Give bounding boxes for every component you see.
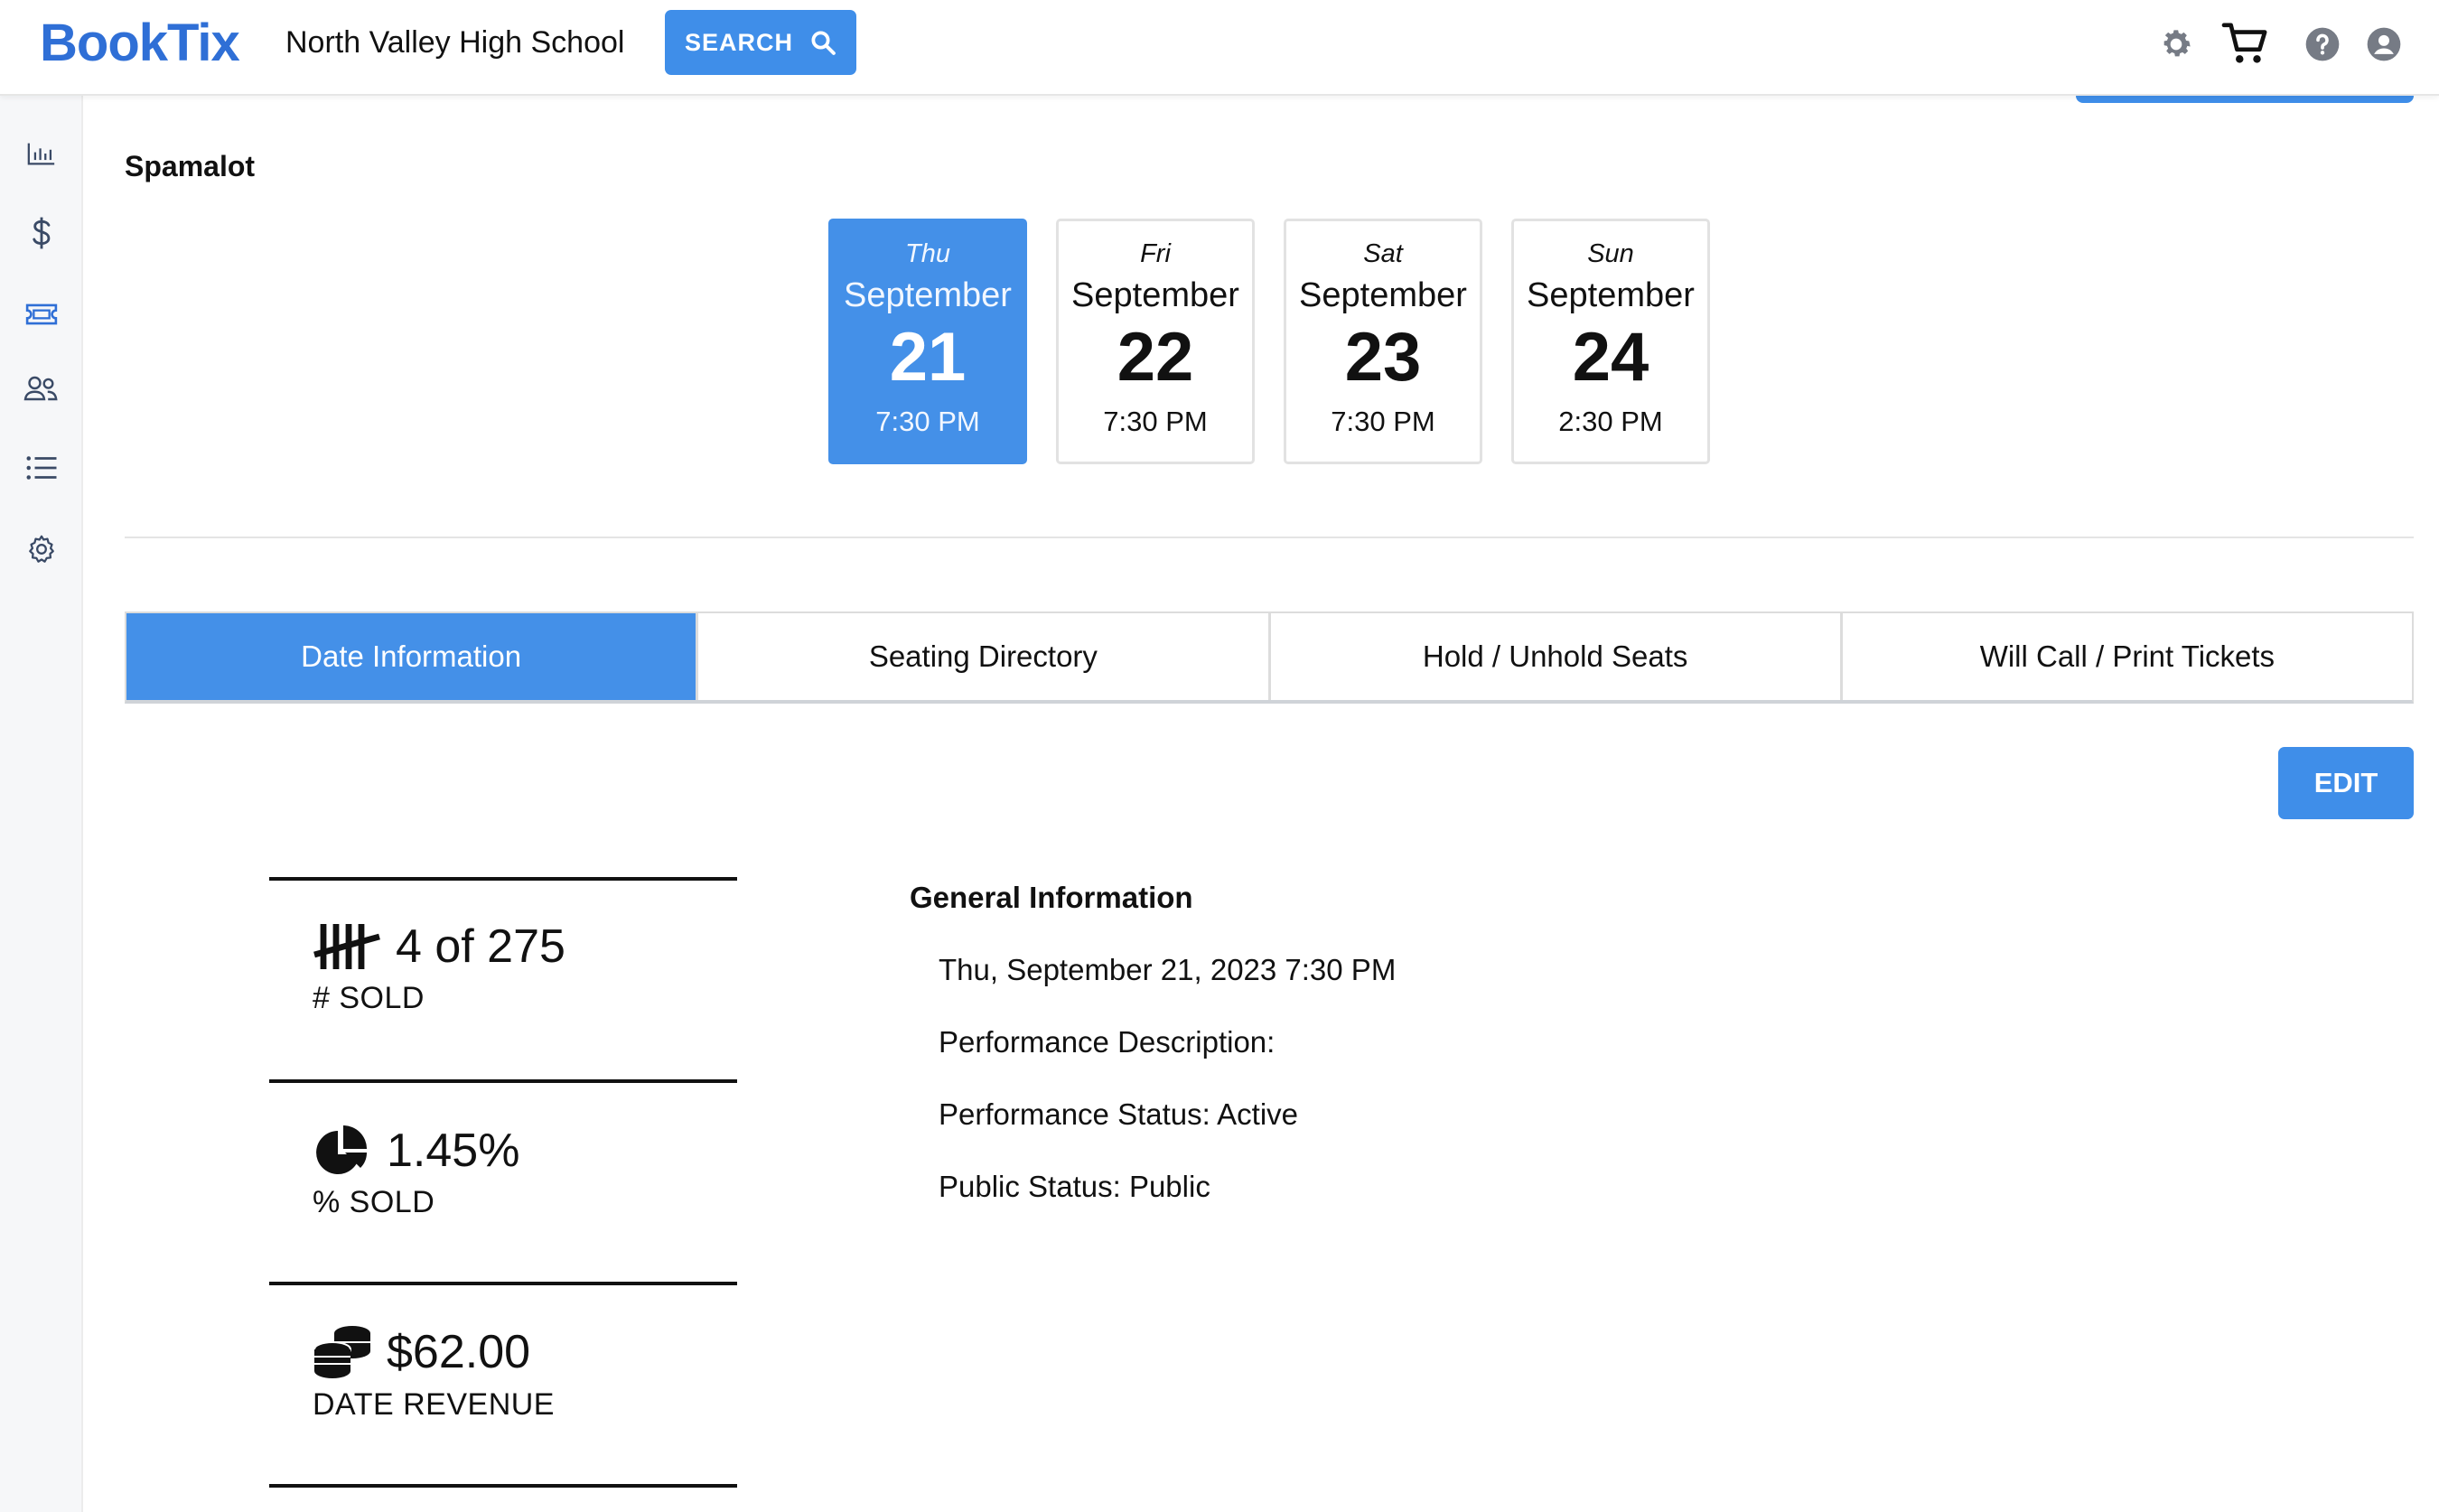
date-card-fri-22[interactable]: Fri September 22 7:30 PM xyxy=(1056,219,1255,464)
date-time: 7:30 PM xyxy=(1331,406,1435,437)
date-dow: Sat xyxy=(1363,239,1403,268)
search-label: SEARCH xyxy=(684,28,793,56)
coins-icon xyxy=(313,1326,370,1378)
gear-icon[interactable] xyxy=(2154,22,2199,67)
booktix-logo[interactable]: BookTix xyxy=(40,13,240,73)
date-dow: Sun xyxy=(1587,239,1634,268)
school-name: North Valley High School xyxy=(285,25,625,60)
date-day: 24 xyxy=(1572,319,1649,396)
pie-chart-icon xyxy=(316,1125,368,1174)
public-status: Public Status: Public xyxy=(939,1170,1210,1203)
top-header: BookTix North Valley High School SEARCH xyxy=(0,0,2439,96)
performance-datetime: Thu, September 21, 2023 7:30 PM xyxy=(939,953,1397,986)
search-icon xyxy=(811,31,836,55)
performance-description: Performance Description: xyxy=(939,1025,1276,1059)
date-day: 23 xyxy=(1344,319,1422,396)
cart-icon[interactable] xyxy=(2219,22,2273,67)
stat-divider xyxy=(269,1079,737,1083)
stat-divider xyxy=(269,1282,737,1285)
date-time: 7:30 PM xyxy=(875,406,980,437)
stat-revenue: $62.00 DATE REVENUE xyxy=(313,1324,555,1423)
settings-icon[interactable] xyxy=(14,522,69,576)
date-time: 2:30 PM xyxy=(1558,406,1663,437)
percent-label: % SOLD xyxy=(313,1185,435,1219)
date-day: 22 xyxy=(1117,319,1194,396)
users-icon[interactable] xyxy=(14,361,69,415)
show-title: Spamalot xyxy=(125,150,256,182)
dollar-icon[interactable] xyxy=(14,206,69,260)
stat-divider xyxy=(269,877,737,881)
ticket-icon[interactable] xyxy=(14,287,69,341)
date-card-thu-21[interactable]: Thu September 21 7:30 PM xyxy=(828,219,1027,464)
user-icon[interactable] xyxy=(2361,22,2406,67)
stat-percent: 1.45% % SOLD xyxy=(313,1124,519,1220)
date-month: September xyxy=(1527,276,1695,314)
revenue-label: DATE REVENUE xyxy=(313,1387,555,1422)
tab-will-call-print-tickets[interactable]: Will Call / Print Tickets xyxy=(1842,613,2412,700)
list-icon[interactable] xyxy=(14,441,69,495)
revenue-value: $62.00 xyxy=(387,1326,531,1378)
stat-sold: 4 of 275 # SOLD xyxy=(313,919,565,1016)
tab-seating-directory[interactable]: Seating Directory xyxy=(698,613,1271,700)
date-card-sat-23[interactable]: Sat September 23 7:30 PM xyxy=(1284,219,1482,464)
tally-icon xyxy=(313,924,380,969)
help-icon[interactable] xyxy=(2300,22,2345,67)
sold-value: 4 of 275 xyxy=(396,920,565,973)
percent-value: 1.45% xyxy=(387,1125,520,1177)
date-month: September xyxy=(1299,276,1467,314)
tab-bar: Date Information Seating Directory Hold … xyxy=(125,611,2414,704)
date-dow: Fri xyxy=(1140,239,1171,268)
date-card-sun-24[interactable]: Sun September 24 2:30 PM xyxy=(1511,219,1710,464)
tab-date-information[interactable]: Date Information xyxy=(126,613,699,700)
chart-icon[interactable] xyxy=(14,126,69,181)
performance-status: Performance Status: Active xyxy=(939,1097,1299,1131)
date-day: 21 xyxy=(889,319,967,396)
edit-button[interactable]: EDIT xyxy=(2278,747,2414,819)
section-divider xyxy=(125,537,2414,538)
tab-hold-unhold-seats[interactable]: Hold / Unhold Seats xyxy=(1270,613,1843,700)
date-dow: Thu xyxy=(905,239,950,268)
date-month: September xyxy=(1071,276,1239,314)
date-month: September xyxy=(844,276,1012,314)
date-time: 7:30 PM xyxy=(1103,406,1208,437)
search-button[interactable]: SEARCH xyxy=(665,10,856,75)
sidebar xyxy=(0,96,83,1512)
sold-label: # SOLD xyxy=(313,981,425,1015)
stat-divider xyxy=(269,1484,737,1488)
general-info-title: General Information xyxy=(910,881,1193,914)
